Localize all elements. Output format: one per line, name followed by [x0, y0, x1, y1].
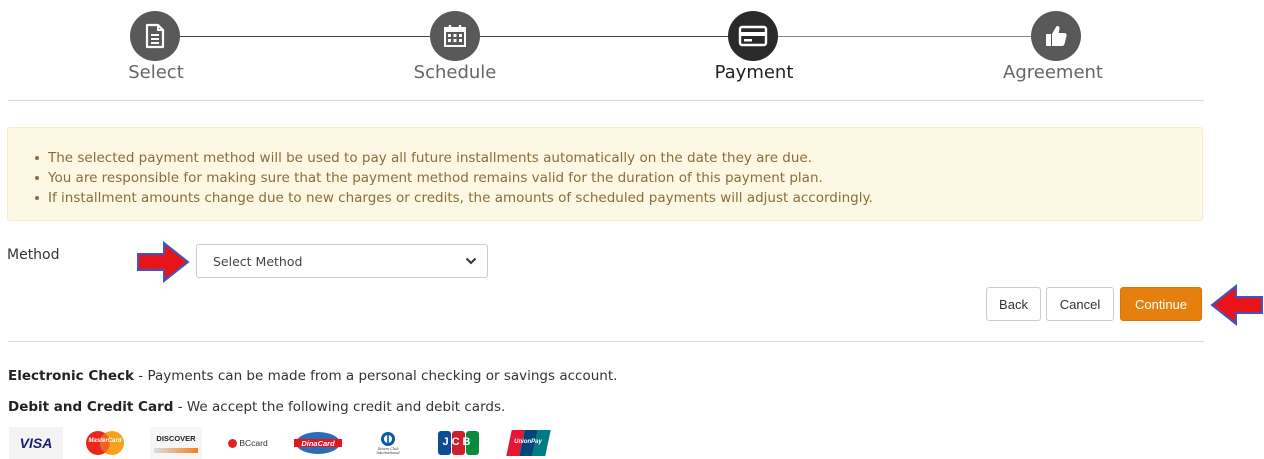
step-label-payment: Payment: [714, 62, 794, 83]
select-value: Select Method: [213, 254, 303, 269]
electronic-check-text: - Payments can be made from a personal c…: [134, 368, 618, 384]
divider: [8, 341, 1204, 342]
card-title: Debit and Credit Card: [8, 399, 174, 415]
chevron-down-icon: [465, 257, 477, 265]
bccard-logo: BCcard: [222, 427, 274, 459]
diners-club-logo: Diners Club International: [362, 427, 414, 459]
step-payment: [728, 11, 778, 61]
payment-notice: The selected payment method will be used…: [7, 127, 1203, 221]
step-label-select: Select: [128, 62, 184, 83]
dinacard-logo: DinaCard: [292, 427, 344, 459]
jcb-logo: JCB: [433, 427, 483, 459]
cancel-button[interactable]: Cancel: [1046, 287, 1114, 321]
back-button[interactable]: Back: [986, 287, 1041, 321]
notice-item: If installment amounts change due to new…: [35, 190, 873, 206]
left-arrow-icon: [1210, 284, 1263, 326]
payment-method-select[interactable]: Select Method: [196, 244, 488, 278]
mastercard-logo: MasterCard: [82, 427, 128, 459]
notice-item: You are responsible for making sure that…: [35, 168, 873, 188]
electronic-check-title: Electronic Check: [8, 368, 134, 384]
notice-list: The selected payment method will be used…: [35, 148, 873, 208]
thumbs-up-icon: [1046, 25, 1067, 46]
step-label-agreement: Agreement: [1003, 62, 1103, 83]
step-select: [130, 11, 180, 61]
unionpay-logo: UnionPay: [505, 427, 551, 459]
continue-button[interactable]: Continue: [1120, 287, 1202, 321]
electronic-check-info: Electronic Check - Payments can be made …: [8, 368, 617, 384]
step-connector: [180, 36, 430, 37]
right-arrow-icon: [137, 241, 190, 283]
step-agreement: [1031, 11, 1081, 61]
notice-item: The selected payment method will be used…: [35, 148, 873, 168]
method-label: Method: [7, 247, 60, 263]
step-label-schedule: Schedule: [413, 62, 497, 83]
step-connector: [778, 36, 1031, 37]
step-schedule: [430, 11, 480, 61]
divider: [8, 100, 1204, 101]
credit-card-icon: [738, 25, 768, 47]
progress-stepper: Select Schedule Payment Agreement: [0, 0, 1264, 100]
discover-logo: DISCOVER: [150, 427, 202, 459]
step-connector: [480, 36, 728, 37]
card-text: - We accept the following credit and deb…: [173, 399, 506, 415]
card-info: Debit and Credit Card - We accept the fo…: [8, 399, 505, 415]
calendar-icon: [444, 25, 466, 47]
document-icon: [145, 23, 165, 49]
visa-logo: VISA: [9, 427, 63, 459]
